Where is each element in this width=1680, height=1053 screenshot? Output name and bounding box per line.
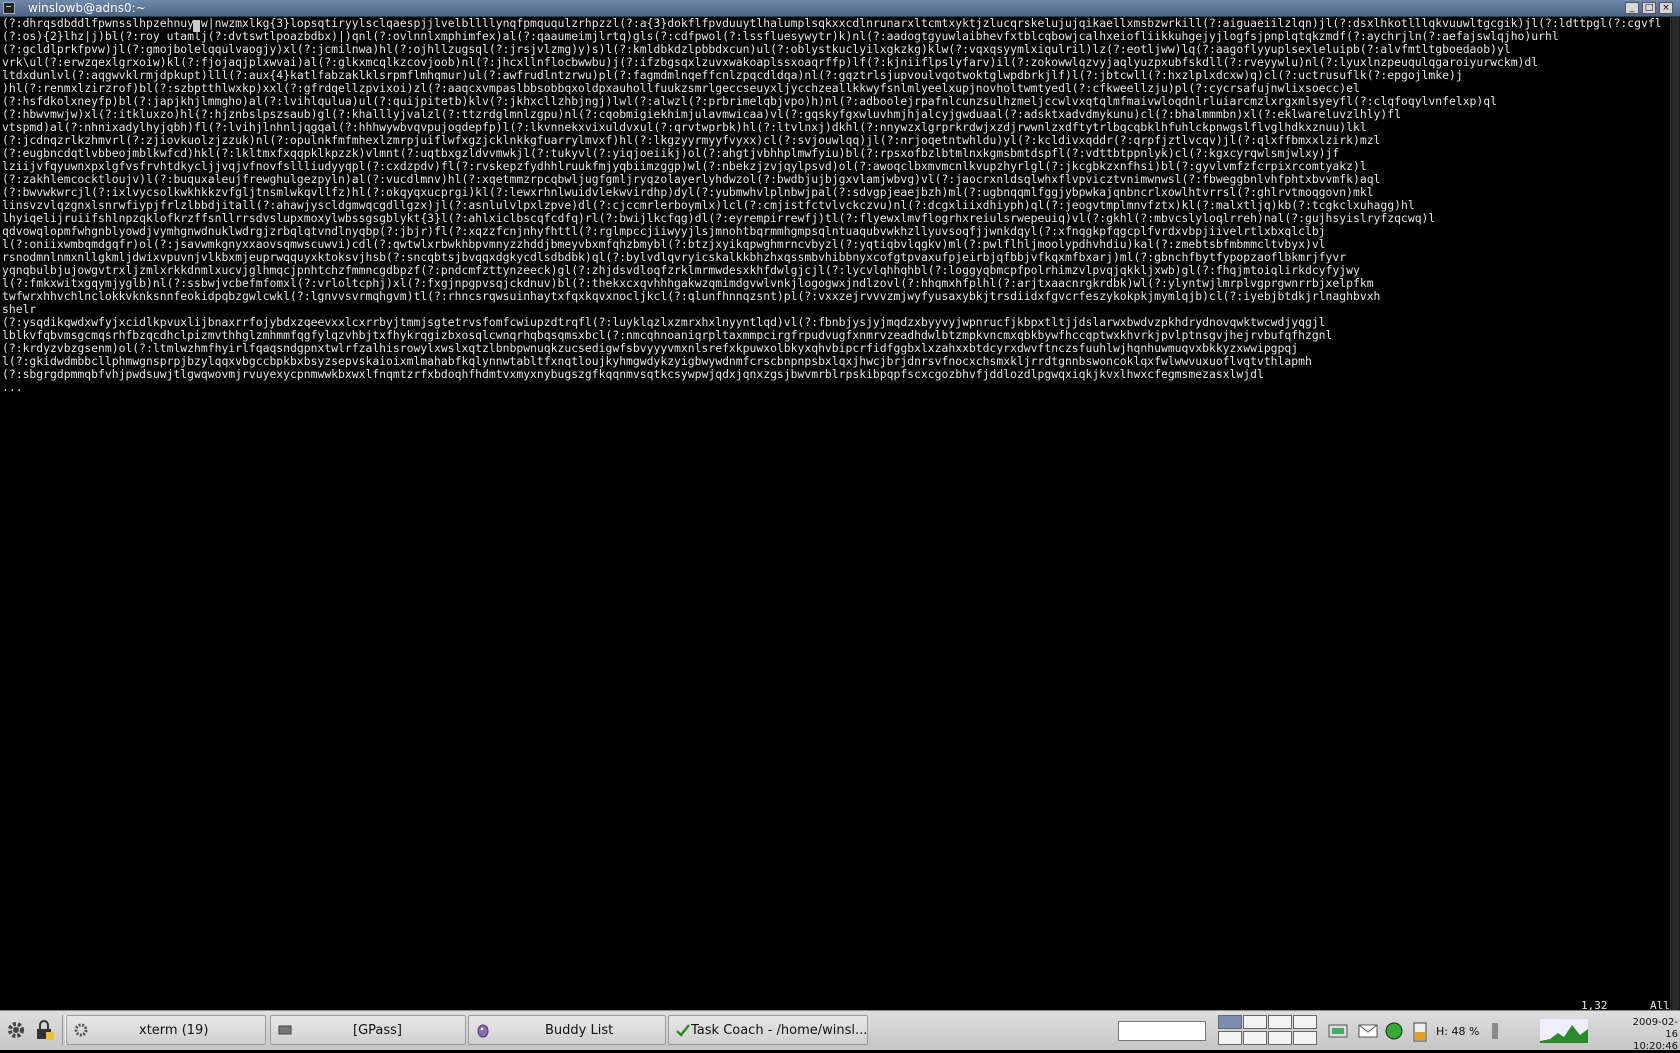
task-buddy-list[interactable]: Buddy List xyxy=(468,1015,666,1045)
task-label: [GPass] xyxy=(353,1023,402,1038)
workspace-3[interactable] xyxy=(1268,1015,1292,1029)
workspace-pager[interactable] xyxy=(1218,1015,1318,1045)
terminal-scrollbar[interactable] xyxy=(1670,17,1680,1010)
task-label: Buddy List xyxy=(545,1023,614,1038)
status-icon[interactable] xyxy=(1382,1019,1406,1043)
terminal-area[interactable]: (?:dhrqsdbddlfpwnsslhpzehnuyuw|nwzmxlkg{… xyxy=(0,17,1670,1010)
cpu-graph-icon[interactable] xyxy=(1540,1019,1588,1043)
workspace-7[interactable] xyxy=(1268,1031,1292,1045)
clock[interactable]: 2009-02-16 10:20:46 xyxy=(1632,1017,1678,1053)
scrollbar-thumb[interactable] xyxy=(1672,17,1679,1010)
task-taskcoach[interactable]: Task Coach - /home/winsl... xyxy=(668,1015,868,1045)
gear-icon xyxy=(74,1023,88,1037)
window-title: winslowb@adns0:~ xyxy=(28,1,146,15)
clock-date: 2009-02-16 xyxy=(1632,1017,1678,1040)
xterm-icon xyxy=(3,2,15,14)
workspace-8[interactable] xyxy=(1293,1031,1317,1045)
taskcoach-icon xyxy=(676,1024,690,1037)
window-titlebar[interactable]: winslowb@adns0:~ _ □ × xyxy=(0,0,1680,17)
key-icon xyxy=(278,1025,292,1035)
task-gpass[interactable]: [GPass] xyxy=(270,1015,466,1045)
battery-text: H: 48 % xyxy=(1436,1025,1480,1038)
battery-icon[interactable] xyxy=(1408,1019,1432,1043)
text-cursor xyxy=(193,20,200,32)
task-label: xterm (19) xyxy=(139,1023,209,1038)
task-label: Task Coach - /home/winsl... xyxy=(691,1023,868,1038)
run-command-input[interactable] xyxy=(1118,1021,1206,1041)
network-icon[interactable] xyxy=(1326,1019,1350,1043)
mail-icon[interactable] xyxy=(1356,1019,1380,1043)
workspace-1[interactable] xyxy=(1218,1015,1242,1029)
clock-time: 10:20:46 xyxy=(1633,1041,1678,1052)
maximize-button[interactable]: □ xyxy=(1642,2,1656,14)
pidgin-icon xyxy=(477,1024,489,1038)
volume-icon[interactable] xyxy=(1486,1019,1504,1043)
taskbar: xterm (19) [GPass] Buddy List Task Coach… xyxy=(0,1010,1680,1053)
workspace-5[interactable] xyxy=(1218,1031,1242,1045)
lock-icon[interactable] xyxy=(32,1018,56,1042)
terminal-output: (?:dhrqsdbddlfpwnsslhpzehnuyuw|nwzmxlkg{… xyxy=(2,17,1662,394)
workspace-4[interactable] xyxy=(1293,1015,1317,1029)
cursor-position: 1,32 xyxy=(1581,999,1608,1011)
terminal-statusline: 1,32 All xyxy=(0,999,1670,1011)
workspace-2[interactable] xyxy=(1243,1015,1267,1029)
close-button[interactable]: × xyxy=(1659,2,1673,14)
scroll-indicator: All xyxy=(1650,999,1670,1011)
task-xterm[interactable]: xterm (19) xyxy=(66,1015,266,1045)
gear-icon[interactable] xyxy=(4,1018,28,1042)
minimize-button[interactable]: _ xyxy=(1625,2,1639,14)
workspace-6[interactable] xyxy=(1243,1031,1267,1045)
